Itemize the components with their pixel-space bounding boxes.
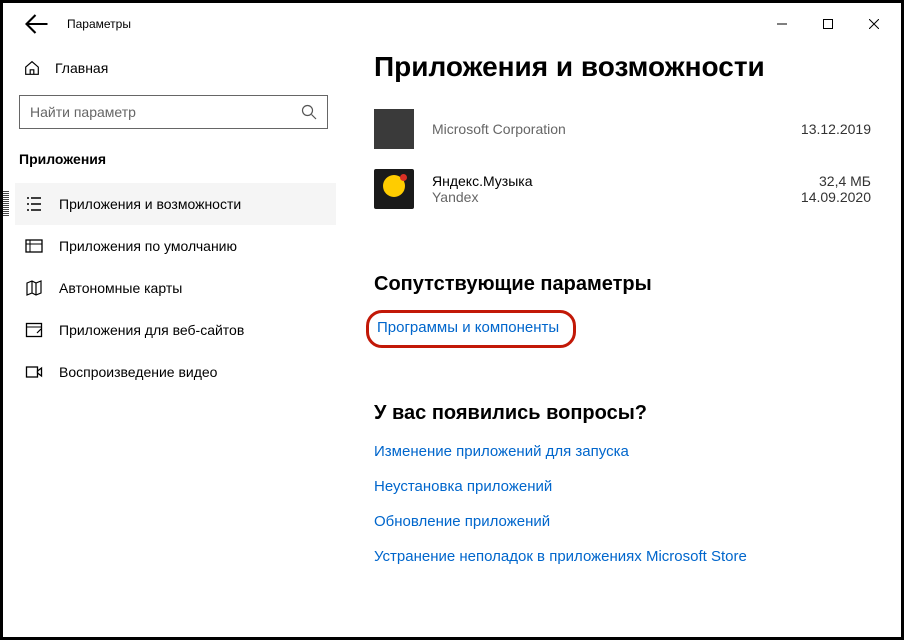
minimize-icon [777,19,787,29]
nav-default-apps[interactable]: Приложения по умолчанию [15,225,336,267]
highlight-annotation: Программы и компоненты [366,310,576,348]
home-nav[interactable]: Главная [15,45,336,95]
app-icon-microsoft [374,109,414,149]
help-link-startup-apps[interactable]: Изменение приложений для запуска [374,437,871,466]
app-info: Microsoft Corporation 13.12.2019 [432,121,871,137]
window-title: Параметры [67,17,131,31]
website-icon [25,321,43,339]
help-link-troubleshoot-store[interactable]: Устранение неполадок в приложениях Micro… [374,542,871,571]
nav-apps-and-features[interactable]: Приложения и возможности [15,183,336,225]
search-box[interactable] [19,95,328,129]
title-bar-left: Параметры [7,12,131,36]
maximize-button[interactable] [805,8,851,40]
app-publisher: Yandex [432,189,533,205]
body-area: Главная Приложения Приложения и возможно… [3,45,901,637]
nav-label: Воспроизведение видео [59,364,217,380]
app-meta: 32,4 МБ 14.09.2020 [801,173,871,205]
sidebar: Главная Приложения Приложения и возможно… [3,45,348,637]
app-row-microsoft[interactable]: Microsoft Corporation 13.12.2019 [374,99,871,159]
page-title: Приложения и возможности [374,51,871,83]
category-label: Приложения [15,151,336,183]
main-content: Приложения и возможности Microsoft Corpo… [348,45,901,637]
questions-section: У вас появились вопросы? Изменение прило… [374,402,871,571]
app-date: 13.12.2019 [801,121,871,137]
list-icon [25,195,43,213]
nav-apps-for-websites[interactable]: Приложения для веб-сайтов [15,309,336,351]
search-icon [301,104,317,120]
app-size: 32,4 МБ [801,173,871,189]
close-button[interactable] [851,8,897,40]
help-link-update[interactable]: Обновление приложений [374,507,871,536]
nav-offline-maps[interactable]: Автономные карты [15,267,336,309]
map-icon [25,279,43,297]
search-input[interactable] [30,104,301,120]
app-meta: 13.12.2019 [801,121,871,137]
home-icon [23,59,41,77]
nav-video-playback[interactable]: Воспроизведение видео [15,351,336,393]
window-controls [759,8,897,40]
app-publisher: Microsoft Corporation [432,121,566,137]
maximize-icon [823,19,833,29]
video-icon [25,363,43,381]
app-name: Яндекс.Музыка [432,173,533,189]
defaults-icon [25,237,43,255]
close-icon [869,19,879,29]
app-icon-yandex [374,169,414,209]
app-date: 14.09.2020 [801,189,871,205]
programs-and-features-link[interactable]: Программы и компоненты [377,319,559,336]
title-bar: Параметры [3,3,901,45]
nav-label: Автономные карты [59,280,182,296]
nav-label: Приложения и возможности [59,196,241,212]
questions-header: У вас появились вопросы? [374,402,871,425]
nav-label: Приложения по умолчанию [59,238,237,254]
back-button[interactable] [25,12,49,36]
app-info: Яндекс.Музыка Yandex 32,4 МБ 14.09.2020 [432,173,871,205]
app-names: Яндекс.Музыка Yandex [432,173,533,205]
home-label: Главная [55,60,108,76]
help-link-uninstall[interactable]: Неустановка приложений [374,472,871,501]
back-arrow-icon [25,12,49,36]
app-row-yandex[interactable]: Яндекс.Музыка Yandex 32,4 МБ 14.09.2020 [374,159,871,219]
nav-label: Приложения для веб-сайтов [59,322,244,338]
app-names: Microsoft Corporation [432,121,566,137]
minimize-button[interactable] [759,8,805,40]
related-settings-header: Сопутствующие параметры [374,273,871,296]
